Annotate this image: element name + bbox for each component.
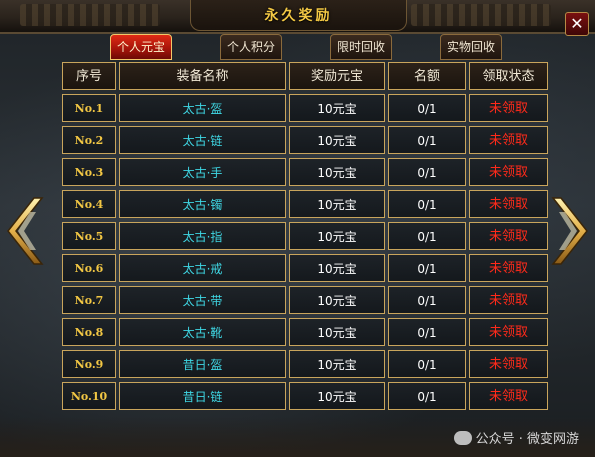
title-ornament-left: [20, 4, 160, 26]
table-row: No.4 太古·镯 10元宝 0/1 未领取: [62, 190, 548, 220]
header-status: 领取状态: [469, 62, 548, 90]
row-quota: 0/1: [388, 158, 466, 186]
close-icon: ✕: [570, 14, 584, 33]
claim-status-button[interactable]: 未领取: [469, 94, 548, 122]
row-reward: 10元宝: [289, 126, 385, 154]
row-item-name: 太古·手: [119, 158, 286, 186]
title-ornament-right: [411, 4, 551, 26]
claim-status-button[interactable]: 未领取: [469, 350, 548, 378]
row-index: No.4: [62, 190, 116, 218]
row-item-name: 太古·戒: [119, 254, 286, 282]
row-index: No.9: [62, 350, 116, 378]
row-item-name: 太古·链: [119, 126, 286, 154]
row-quota: 0/1: [388, 286, 466, 314]
row-item-name: 太古·镯: [119, 190, 286, 218]
table-row: No.9 昔日·盔 10元宝 0/1 未领取: [62, 350, 548, 380]
row-reward: 10元宝: [289, 254, 385, 282]
header-quota: 名额: [388, 62, 466, 90]
tab-bar: 个人元宝 个人积分 限时回收 实物回收: [0, 34, 595, 60]
table-row: No.8 太古·靴 10元宝 0/1 未领取: [62, 318, 548, 348]
watermark-text: 公众号 · 微变网游: [475, 432, 579, 447]
claim-status-button[interactable]: 未领取: [469, 190, 548, 218]
row-quota: 0/1: [388, 318, 466, 346]
prev-page-button[interactable]: [6, 196, 46, 266]
claim-status-button[interactable]: 未领取: [469, 254, 548, 282]
row-index: No.3: [62, 158, 116, 186]
tab-limited-recycle[interactable]: 限时回收: [330, 34, 392, 60]
table-row: No.6 太古·戒 10元宝 0/1 未领取: [62, 254, 548, 284]
header-index: 序号: [62, 62, 116, 90]
row-index: No.10: [62, 382, 116, 410]
row-index: No.8: [62, 318, 116, 346]
claim-status-button[interactable]: 未领取: [469, 126, 548, 154]
row-index: No.2: [62, 126, 116, 154]
row-quota: 0/1: [388, 222, 466, 250]
row-reward: 10元宝: [289, 158, 385, 186]
table-row: No.3 太古·手 10元宝 0/1 未领取: [62, 158, 548, 188]
row-index: No.6: [62, 254, 116, 282]
row-reward: 10元宝: [289, 286, 385, 314]
row-quota: 0/1: [388, 350, 466, 378]
table-row: No.2 太古·链 10元宝 0/1 未领取: [62, 126, 548, 156]
row-item-name: 昔日·链: [119, 382, 286, 410]
tab-personal-yuanbao[interactable]: 个人元宝: [110, 34, 172, 60]
title-plate: 永久奖励: [190, 0, 407, 31]
table-row: No.10 昔日·链 10元宝 0/1 未领取: [62, 382, 548, 412]
row-reward: 10元宝: [289, 222, 385, 250]
row-reward: 10元宝: [289, 94, 385, 122]
wechat-icon: [453, 431, 472, 445]
tab-physical-recycle[interactable]: 实物回收: [440, 34, 502, 60]
row-index: No.7: [62, 286, 116, 314]
reward-table: 序号 装备名称 奖励元宝 名额 领取状态 No.1 太古·盔 10元宝 0/1 …: [62, 62, 548, 410]
table-row: No.7 太古·带 10元宝 0/1 未领取: [62, 286, 548, 316]
row-quota: 0/1: [388, 190, 466, 218]
row-quota: 0/1: [388, 382, 466, 410]
table-row: No.5 太古·指 10元宝 0/1 未领取: [62, 222, 548, 252]
reward-window: 永久奖励 ✕ 个人元宝 个人积分 限时回收 实物回收 序号 装备名称 奖励元宝 …: [0, 0, 595, 457]
tab-personal-points[interactable]: 个人积分: [220, 34, 282, 60]
chevron-left-icon: [7, 197, 44, 265]
chevron-right-icon: [551, 197, 588, 265]
row-reward: 10元宝: [289, 350, 385, 378]
row-reward: 10元宝: [289, 318, 385, 346]
claim-status-button[interactable]: 未领取: [469, 158, 548, 186]
row-reward: 10元宝: [289, 190, 385, 218]
header-reward: 奖励元宝: [289, 62, 385, 90]
header-item-name: 装备名称: [119, 62, 286, 90]
watermark: 公众号 · 微变网游: [453, 428, 579, 447]
window-title: 永久奖励: [264, 8, 333, 24]
row-item-name: 太古·盔: [119, 94, 286, 122]
row-item-name: 太古·带: [119, 286, 286, 314]
next-page-button[interactable]: [549, 196, 589, 266]
claim-status-button[interactable]: 未领取: [469, 382, 548, 410]
claim-status-button[interactable]: 未领取: [469, 286, 548, 314]
row-item-name: 太古·靴: [119, 318, 286, 346]
row-quota: 0/1: [388, 254, 466, 282]
row-item-name: 昔日·盔: [119, 350, 286, 378]
table-row: No.1 太古·盔 10元宝 0/1 未领取: [62, 94, 548, 124]
table-header: 序号 装备名称 奖励元宝 名额 领取状态: [62, 62, 548, 92]
claim-status-button[interactable]: 未领取: [469, 222, 548, 250]
row-index: No.5: [62, 222, 116, 250]
close-button[interactable]: ✕: [565, 12, 589, 36]
row-index: No.1: [62, 94, 116, 122]
row-quota: 0/1: [388, 126, 466, 154]
row-reward: 10元宝: [289, 382, 385, 410]
row-item-name: 太古·指: [119, 222, 286, 250]
claim-status-button[interactable]: 未领取: [469, 318, 548, 346]
title-bar: 永久奖励 ✕: [0, 0, 595, 36]
row-quota: 0/1: [388, 94, 466, 122]
